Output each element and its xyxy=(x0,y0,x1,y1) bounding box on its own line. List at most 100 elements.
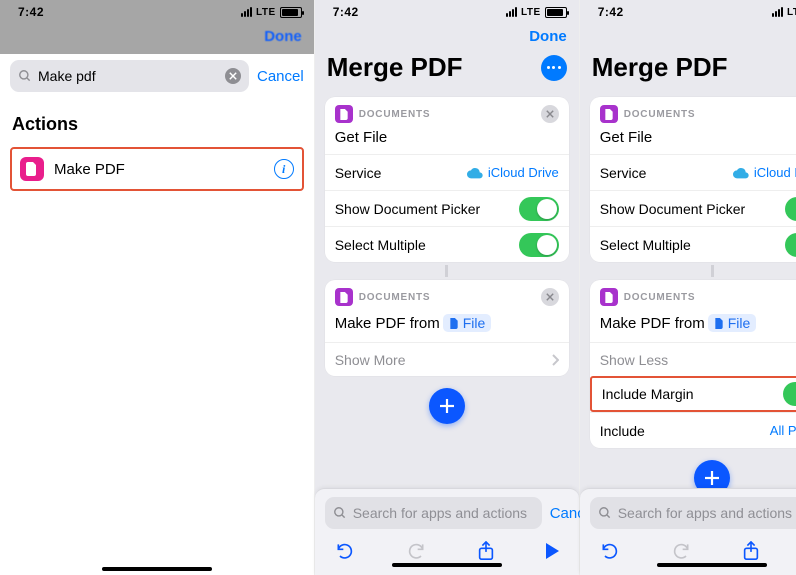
documents-badge-icon xyxy=(335,288,353,306)
done-button[interactable]: Done xyxy=(529,28,567,45)
network-label: LTE xyxy=(787,7,796,18)
plus-icon xyxy=(439,398,455,414)
toggle-show-picker[interactable] xyxy=(785,197,796,221)
page-title: Merge PDF xyxy=(327,52,463,83)
status-bar: 7:42 LTE xyxy=(0,0,314,22)
undo-button[interactable] xyxy=(600,541,620,561)
info-button[interactable]: i xyxy=(274,159,294,179)
search-bar: Cancel xyxy=(0,54,314,100)
play-icon xyxy=(546,543,559,559)
row-show-picker[interactable]: Show Document Picker xyxy=(325,190,569,226)
search-icon xyxy=(18,69,32,83)
category-label: DOCUMENTS xyxy=(624,109,696,120)
add-action-button[interactable] xyxy=(429,388,465,424)
card-title: Get File xyxy=(325,125,569,154)
file-icon xyxy=(449,318,459,329)
row-show-picker[interactable]: Show Document Picker xyxy=(590,190,796,226)
network-label: LTE xyxy=(521,7,541,18)
run-button[interactable] xyxy=(546,543,559,559)
show-more-button[interactable]: Show More xyxy=(325,342,569,376)
home-indicator[interactable] xyxy=(102,567,212,571)
category-label: DOCUMENTS xyxy=(359,292,431,303)
show-less-button[interactable]: Show Less xyxy=(590,342,796,376)
status-time: 7:42 xyxy=(18,5,44,19)
undo-button[interactable] xyxy=(335,541,355,561)
toolbar xyxy=(315,533,579,563)
action-card-get-file: DOCUMENTS Get File Service iCloud Drive … xyxy=(590,97,796,262)
home-indicator[interactable] xyxy=(392,563,502,567)
bottom-search-sheet: Cancel xyxy=(580,488,796,575)
more-button[interactable] xyxy=(541,55,567,81)
file-variable-chip[interactable]: File xyxy=(708,314,757,332)
search-icon xyxy=(598,506,612,520)
icloud-icon xyxy=(733,167,749,179)
pdf-icon xyxy=(20,157,44,181)
toggle-select-multiple[interactable] xyxy=(519,233,559,257)
card-title: Get File xyxy=(590,125,796,154)
battery-icon xyxy=(280,7,302,18)
category-label: DOCUMENTS xyxy=(624,292,696,303)
screen-3-merge-pdf-expanded: 7:42 LTE Done Merge PDF DOCUMENTS xyxy=(580,0,796,575)
action-card-get-file: DOCUMENTS Get File Service iCloud Drive … xyxy=(325,97,569,262)
done-button-blurred[interactable]: Done xyxy=(264,28,302,45)
network-label: LTE xyxy=(256,7,276,18)
documents-badge-icon xyxy=(600,288,618,306)
row-service[interactable]: Service iCloud Drive xyxy=(325,154,569,190)
bottom-search-sheet: Cancel xyxy=(315,488,579,575)
search-field[interactable] xyxy=(10,60,249,92)
toggle-show-picker[interactable] xyxy=(519,197,559,221)
search-input[interactable] xyxy=(353,505,534,521)
file-variable-chip[interactable]: File xyxy=(443,314,492,332)
dim-backdrop: 7:42 LTE Done xyxy=(0,0,314,54)
toolbar xyxy=(580,533,796,563)
remove-card-button[interactable] xyxy=(541,105,559,123)
category-label: DOCUMENTS xyxy=(359,109,431,120)
row-select-multiple[interactable]: Select Multiple xyxy=(325,226,569,262)
page-title: Merge PDF xyxy=(592,52,728,83)
documents-badge-icon xyxy=(600,105,618,123)
action-card-make-pdf: DOCUMENTS Make PDF from File Show More xyxy=(325,280,569,376)
card-title: Make PDF from File xyxy=(325,308,569,342)
screen-2-merge-pdf-collapsed: 7:42 LTE Done Merge PDF DOCUMENTS xyxy=(315,0,580,575)
home-indicator[interactable] xyxy=(657,563,767,567)
row-include-margin[interactable]: Include Margin xyxy=(590,376,796,412)
signal-bars-icon xyxy=(506,7,517,17)
row-include[interactable]: Include All Pages xyxy=(590,412,796,448)
actions-heading: Actions xyxy=(0,100,314,143)
redo-button[interactable] xyxy=(671,541,691,561)
chevron-right-icon xyxy=(551,354,559,366)
signal-bars-icon xyxy=(772,7,783,17)
action-result-make-pdf[interactable]: Make PDF i xyxy=(10,147,304,191)
search-field[interactable] xyxy=(325,497,542,529)
x-icon xyxy=(229,72,237,80)
icloud-icon xyxy=(467,167,483,179)
redo-button[interactable] xyxy=(406,541,426,561)
x-icon xyxy=(546,293,554,301)
battery-icon xyxy=(545,7,567,18)
documents-badge-icon xyxy=(335,105,353,123)
x-icon xyxy=(546,110,554,118)
status-bar: 7:42 LTE xyxy=(580,0,796,22)
remove-card-button[interactable] xyxy=(541,288,559,306)
share-button[interactable] xyxy=(477,541,495,561)
search-input[interactable] xyxy=(618,505,796,521)
action-card-make-pdf: DOCUMENTS Make PDF from File Show Less xyxy=(590,280,796,448)
search-input[interactable] xyxy=(38,68,219,84)
clear-search-button[interactable] xyxy=(225,68,241,84)
toggle-include-margin[interactable] xyxy=(783,382,796,406)
plus-icon xyxy=(704,470,720,486)
search-field[interactable] xyxy=(590,497,796,529)
status-bar: 7:42 LTE xyxy=(315,0,579,22)
signal-bars-icon xyxy=(241,7,252,17)
row-service[interactable]: Service iCloud Drive xyxy=(590,154,796,190)
cancel-button[interactable]: Cancel xyxy=(257,68,304,85)
action-label: Make PDF xyxy=(54,161,264,178)
screen-1-actions-search: 7:42 LTE Done Cancel xyxy=(0,0,315,575)
share-button[interactable] xyxy=(742,541,760,561)
row-select-multiple[interactable]: Select Multiple xyxy=(590,226,796,262)
search-icon xyxy=(333,506,347,520)
toggle-select-multiple[interactable] xyxy=(785,233,796,257)
file-icon xyxy=(714,318,724,329)
flow-connector xyxy=(711,265,714,277)
status-time: 7:42 xyxy=(333,5,359,19)
